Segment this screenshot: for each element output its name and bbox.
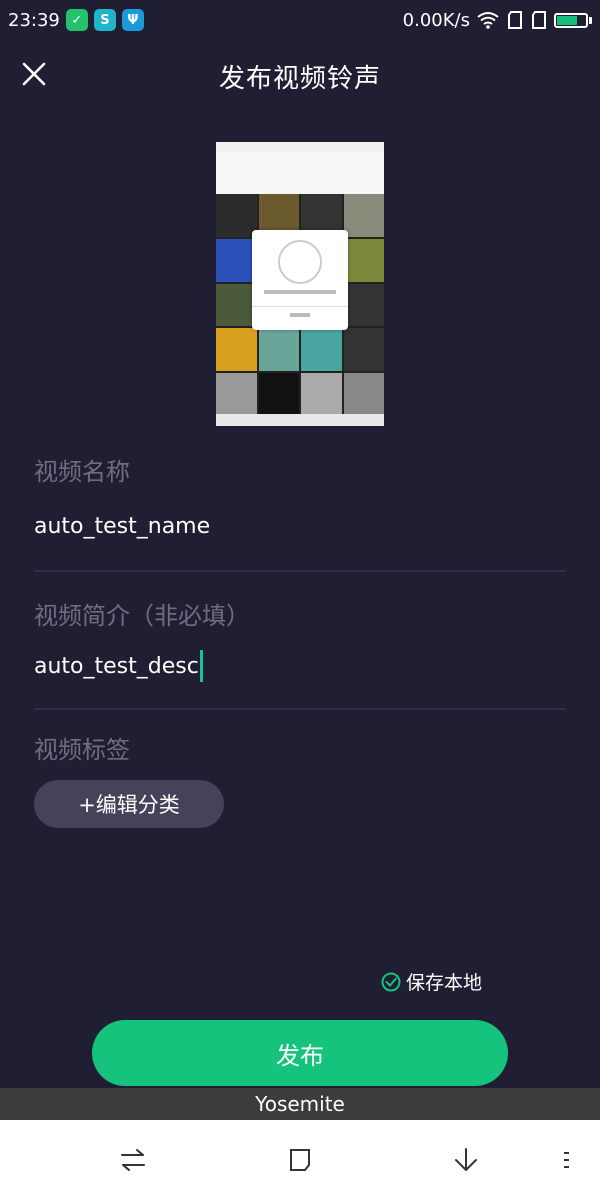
video-tag-label: 视频标签 (34, 736, 130, 764)
thumb-cell (343, 194, 384, 237)
video-desc-input[interactable]: auto_test_desc (34, 650, 203, 682)
square-icon (290, 1149, 310, 1171)
video-thumbnail[interactable] (216, 142, 384, 426)
thumb-progress-ring (278, 240, 322, 284)
video-name-input[interactable]: auto_test_name (34, 514, 210, 539)
thumb-cell (216, 283, 257, 327)
thumb-dialog-button (290, 313, 310, 317)
thumb-cell (258, 373, 299, 416)
publish-label: 发布 (276, 1041, 324, 1070)
thumb-cell (216, 373, 257, 416)
status-right: 0.00K/s (403, 10, 592, 31)
thumb-cell (301, 373, 342, 416)
thumb-cell (343, 238, 384, 282)
wechat-app-icon: ✓ (65, 9, 88, 31)
edit-category-button[interactable]: +编辑分类 (34, 780, 224, 828)
thumb-status-strip (216, 142, 384, 152)
usb-icon: Ψ (121, 9, 144, 31)
toast-bar: Yosemite (0, 1088, 600, 1120)
thumb-dialog-separator (252, 306, 348, 307)
thumb-cell (216, 194, 257, 237)
battery-tip (589, 16, 592, 24)
thumb-dialog-text (264, 290, 336, 294)
thumb-tabs (216, 152, 384, 195)
battery-icon (554, 12, 592, 28)
status-left: 23:39 ✓ S Ψ (8, 9, 144, 31)
thumb-cell (301, 328, 342, 372)
thumb-cell (343, 283, 384, 327)
thumb-cell (258, 328, 299, 372)
arrow-down-icon (455, 1148, 477, 1172)
nav-switch-button[interactable] (115, 1142, 151, 1178)
thumb-footer (216, 414, 384, 426)
menu-dots-icon (564, 1152, 569, 1168)
wifi-icon (477, 12, 499, 29)
nav-down-button[interactable] (448, 1142, 484, 1178)
check-circle-icon (381, 972, 401, 991)
top-bar: 发布视频铃声 (0, 48, 600, 104)
video-name-divider (34, 570, 566, 572)
thumb-cell (216, 328, 257, 372)
video-desc-value: auto_test_desc (34, 653, 199, 679)
thumb-cell (343, 373, 384, 416)
thumb-cell (343, 328, 384, 372)
video-desc-label: 视频简介（非必填） (34, 602, 250, 630)
battery-body (554, 12, 588, 28)
publish-button[interactable]: 发布 (92, 1020, 508, 1086)
status-bar: 23:39 ✓ S Ψ 0.00K/s (0, 0, 600, 40)
text-cursor (199, 650, 203, 682)
net-speed: 0.00K/s (402, 9, 470, 31)
swap-arrows-icon (121, 1149, 145, 1171)
system-nav-bar (0, 1120, 600, 1200)
thumb-dialog (252, 230, 348, 330)
edit-category-label: +编辑分类 (78, 793, 180, 817)
sync-app-icon: S (93, 9, 116, 31)
sim1-icon (508, 11, 522, 29)
nav-menu-button[interactable] (548, 1142, 584, 1178)
sim2-icon (532, 11, 546, 29)
battery-fill (557, 15, 577, 25)
page-title: 发布视频铃声 (218, 64, 381, 94)
save-local-label: 保存本地 (406, 972, 483, 994)
toast-text: Yosemite (255, 1092, 345, 1116)
status-time: 23:39 (8, 9, 60, 31)
video-name-label: 视频名称 (34, 458, 130, 486)
thumb-cell (216, 238, 257, 282)
video-desc-divider (34, 708, 566, 710)
save-local-checkbox[interactable]: 保存本地 (380, 968, 482, 995)
nav-home-button[interactable] (282, 1142, 318, 1178)
